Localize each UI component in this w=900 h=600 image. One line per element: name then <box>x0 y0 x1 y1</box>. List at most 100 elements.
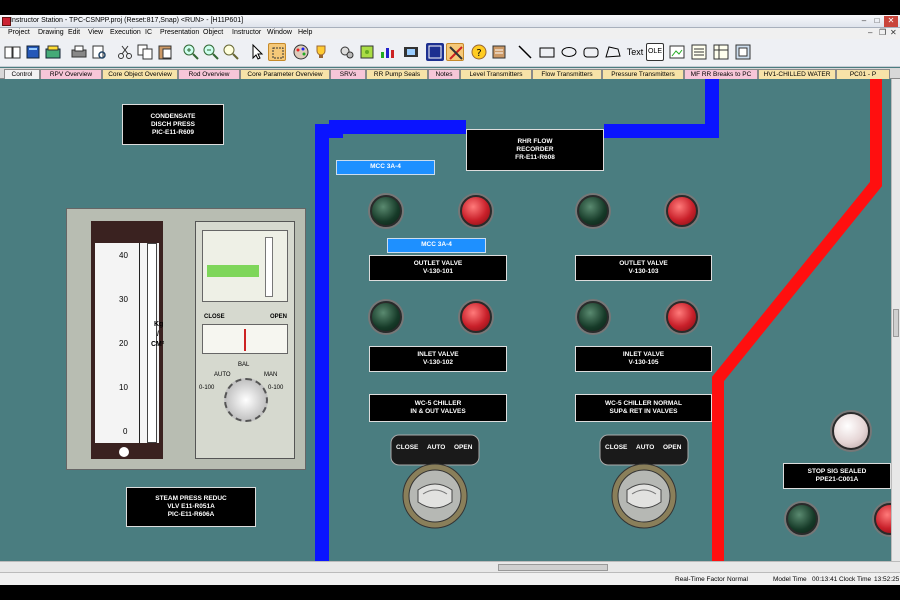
ole-tool-button[interactable]: OLE <box>646 43 664 61</box>
switch-close-label: CLOSE <box>605 444 628 451</box>
close-button[interactable]: ✕ <box>884 16 898 27</box>
book-stack-icon[interactable] <box>44 43 62 61</box>
mdi-close-button[interactable]: ✕ <box>890 28 897 37</box>
zoom-in-icon[interactable] <box>182 43 200 61</box>
mdi-restore-button[interactable]: ❐ <box>879 28 886 37</box>
wc5-chiller-selector-switch[interactable]: CLOSE AUTO OPEN <box>390 434 480 534</box>
tools-icon[interactable] <box>446 43 464 61</box>
polygon-tool-icon[interactable] <box>604 43 622 61</box>
tab-core-object-overview[interactable]: Core Object Overview <box>102 69 178 79</box>
close-label: CLOSE <box>204 314 225 320</box>
menu-help[interactable]: Help <box>298 29 312 36</box>
menu-bar: Project Drawing Edit View Execution IC P… <box>0 28 900 39</box>
pointer-icon[interactable] <box>248 43 266 61</box>
chart-icon[interactable] <box>378 43 396 61</box>
unit-cm2: CM² <box>151 341 165 348</box>
puzzle-icon[interactable] <box>358 43 376 61</box>
tab-control[interactable]: Control <box>4 69 40 79</box>
clock-time-label: Clock Time <box>839 576 872 583</box>
horizontal-scroll-thumb[interactable] <box>498 564 608 571</box>
scale-adjust-knob[interactable] <box>119 447 129 457</box>
text-tool-button[interactable]: Text <box>624 43 646 61</box>
notes-icon[interactable] <box>490 43 508 61</box>
print-icon[interactable] <box>70 43 88 61</box>
blue-book-icon[interactable] <box>24 43 42 61</box>
vertical-scrollbar[interactable] <box>891 79 900 561</box>
list-tool-icon[interactable] <box>690 43 708 61</box>
tab-level-transmitters[interactable]: Level Transmitters <box>460 69 532 79</box>
maximize-button[interactable]: □ <box>871 16 883 27</box>
label-line: RECORDER <box>516 146 554 153</box>
label-line: VLV E11-R051A <box>167 503 215 510</box>
menu-execution[interactable]: Execution <box>110 29 141 36</box>
tab-pc01[interactable]: PC01 - P <box>836 69 890 79</box>
line-tool-icon[interactable] <box>516 43 534 61</box>
select-tool-icon[interactable] <box>268 43 286 61</box>
condensate-disch-press-label: CONDENSATE DISCH PRESS PIC-E11-R609 <box>122 104 224 145</box>
setpoint-slider[interactable] <box>265 237 273 297</box>
tab-rpv-overview[interactable]: RPV Overview <box>40 69 102 79</box>
gears-icon[interactable] <box>338 43 356 61</box>
menu-window[interactable]: Window <box>267 29 292 36</box>
help-icon[interactable]: ? <box>470 43 488 61</box>
tab-hv1-chilled-water[interactable]: HV1-CHILLED WATER <box>758 69 836 79</box>
print-preview-icon[interactable] <box>90 43 108 61</box>
menu-view[interactable]: View <box>88 29 103 36</box>
palette-icon[interactable] <box>292 43 310 61</box>
rounded-rect-tool-icon[interactable] <box>582 43 600 61</box>
minimize-button[interactable]: – <box>858 16 870 27</box>
menu-presentation[interactable]: Presentation <box>160 29 199 36</box>
label-line: STEAM PRESS REDUC <box>155 495 227 502</box>
vertical-scroll-thumb[interactable] <box>893 309 899 337</box>
horizontal-scrollbar[interactable] <box>0 561 900 572</box>
tab-notes[interactable]: Notes <box>428 69 460 79</box>
ellipse-tool-icon[interactable] <box>560 43 578 61</box>
open-label: OPEN <box>270 314 288 320</box>
red-indicator-light <box>666 195 698 227</box>
table-tool-icon[interactable] <box>712 43 730 61</box>
label-line: WC-5 CHILLER <box>414 400 462 407</box>
tab-rr-pump-seals[interactable]: RR Pump Seals <box>366 69 428 79</box>
outlet-valve-v130-103-label: OUTLET VALVE V-130-103 <box>575 255 712 281</box>
window-frame-icon[interactable] <box>426 43 444 61</box>
picture-tool-icon[interactable] <box>668 43 686 61</box>
menu-ic[interactable]: IC <box>145 29 152 36</box>
tab-srvs[interactable]: SRVs <box>330 69 366 79</box>
wc5-chiller-normal-selector-switch[interactable]: CLOSE AUTO OPEN <box>599 434 689 534</box>
cut-icon[interactable] <box>116 43 134 61</box>
control-panel-canvas: CONDENSATE DISCH PRESS PIC-E11-R609 RHR … <box>0 79 900 572</box>
menu-object[interactable]: Object <box>203 29 223 36</box>
instructor-station-window: Instructor Station - TPC-CSNPP.proj (Res… <box>0 15 900 585</box>
tab-core-parameter-overview[interactable]: Core Parameter Overview <box>240 69 330 79</box>
blue-pipe-right <box>604 79 719 138</box>
label-line: OUTLET VALVE <box>413 260 463 267</box>
mdi-minimize-button[interactable]: – <box>868 28 872 37</box>
label-line: V-130-103 <box>628 268 659 275</box>
tab-flow-transmitters[interactable]: Flow Transmitters <box>532 69 602 79</box>
rectangle-tool-icon[interactable] <box>538 43 556 61</box>
paste-icon[interactable] <box>156 43 174 61</box>
tab-mf-rr-breaks-to-pc[interactable]: MF RR Breaks to PC <box>684 69 758 79</box>
open-book-icon[interactable] <box>4 43 22 61</box>
tab-rod-overview[interactable]: Rod Overview <box>178 69 240 79</box>
copy-icon[interactable] <box>136 43 154 61</box>
label-line: V-130-105 <box>628 359 659 366</box>
red-pipe <box>712 79 882 572</box>
title-bar: Instructor Station - TPC-CSNPP.proj (Res… <box>0 15 900 28</box>
auto-manual-knob[interactable] <box>224 378 268 422</box>
range-left-label: 0-100 <box>199 385 215 391</box>
menu-project[interactable]: Project <box>8 29 30 36</box>
red-indicator-light <box>460 301 492 333</box>
zoom-out-icon[interactable] <box>202 43 220 61</box>
label-line: STOP SIG SEALED <box>807 468 867 475</box>
tab-pressure-transmitters[interactable]: Pressure Transmitters <box>602 69 684 79</box>
menu-edit[interactable]: Edit <box>68 29 80 36</box>
wc5-chiller-in-out-label: WC-5 CHILLER IN & OUT VALVES <box>369 394 507 422</box>
valve-position-meter <box>202 324 288 354</box>
zoom-fit-icon[interactable] <box>222 43 240 61</box>
film-icon[interactable] <box>402 43 420 61</box>
menu-drawing[interactable]: Drawing <box>38 29 64 36</box>
frame-tool-icon[interactable] <box>734 43 752 61</box>
trophy-icon[interactable] <box>312 43 330 61</box>
menu-instructor[interactable]: Instructor <box>232 29 261 36</box>
